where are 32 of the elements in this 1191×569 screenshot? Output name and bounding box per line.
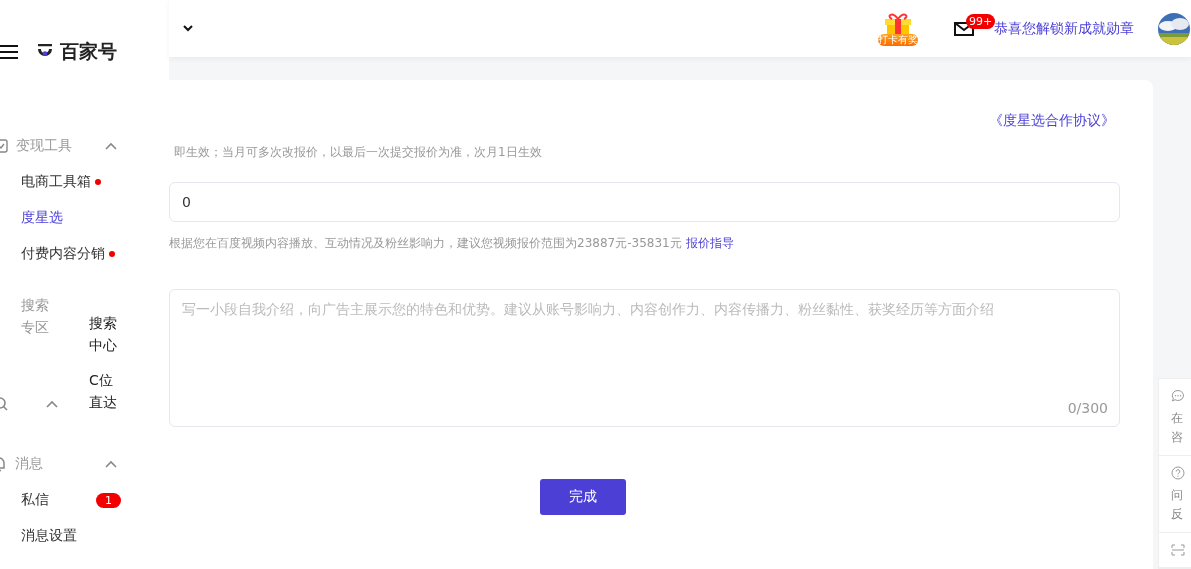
help-icon[interactable]	[1171, 466, 1185, 480]
panel-label[interactable]: 反	[1171, 507, 1183, 521]
sidebar-item[interactable]: 搜索中心	[89, 312, 122, 356]
sidebar-item[interactable]: 消息设置	[0, 518, 169, 554]
mail-count-badge: 99+	[966, 13, 996, 29]
menu-icon[interactable]	[0, 45, 18, 59]
chat-bubble-icon[interactable]	[1171, 389, 1185, 403]
sidebar-item[interactable]: 电商工具箱	[0, 164, 169, 200]
price-guide-link[interactable]: 报价指导	[685, 236, 734, 250]
character-counter: 0/300	[1067, 400, 1108, 416]
panel-label[interactable]: 在	[1171, 411, 1183, 425]
chevron-down-icon[interactable]	[183, 25, 193, 32]
sidebar-item[interactable]: 付费内容分销	[0, 236, 169, 272]
collapse-chevron-icon[interactable]	[105, 142, 117, 150]
logo[interactable]: 百家号	[36, 39, 117, 65]
collapse-chevron-icon[interactable]	[46, 400, 58, 408]
collapse-chevron-icon[interactable]	[105, 460, 117, 468]
achievement-link[interactable]: 恭喜您解锁新成就勋章	[994, 19, 1134, 38]
panel-label[interactable]: 问	[1171, 488, 1183, 502]
price-hint-text: 根据您在百度视频内容播放、互动情况及粉丝影响力，建议您视频报价范围为23887元-35831元 报价指导	[169, 235, 735, 252]
gift-label: 打卡有奖	[878, 33, 918, 46]
unread-count-badge: 1	[96, 492, 121, 508]
gift-icon[interactable]	[885, 11, 911, 34]
sidebar-item[interactable]: 私信 1	[0, 482, 169, 518]
notice-text: 即生效；当月可多次改报价，以最后一次提交报价为准，次月1日生效	[174, 144, 543, 161]
sidebar-item[interactable]: C位直达	[89, 369, 122, 413]
submit-button[interactable]: 完成	[540, 479, 626, 515]
panel-label[interactable]: 咨	[1171, 430, 1183, 444]
agreement-link[interactable]: 《度星选合作协议》	[989, 112, 1115, 130]
bell-icon	[0, 456, 7, 472]
sidebar-item[interactable]: 度星选	[0, 200, 169, 236]
price-input-field[interactable]: 0	[169, 182, 1120, 222]
